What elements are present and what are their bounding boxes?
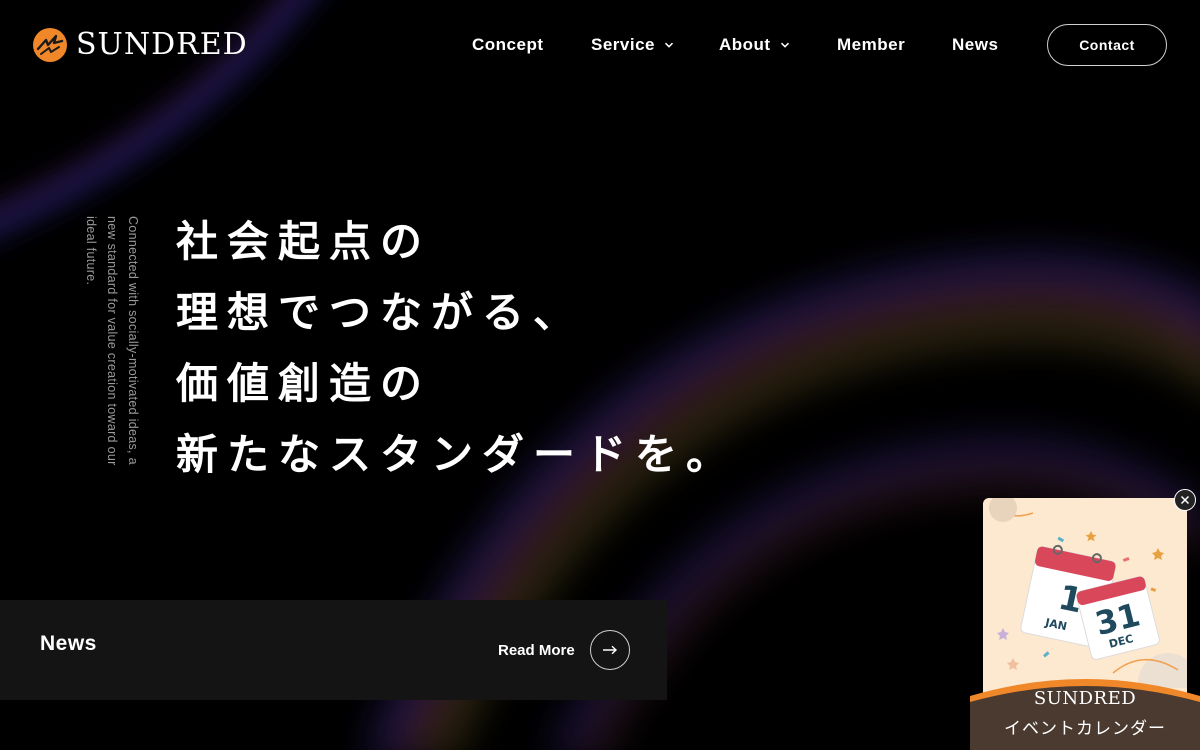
nav-service-label: Service: [591, 35, 655, 54]
hero-tagline-vertical: Connected with socially-motivated ideas,…: [84, 216, 140, 466]
news-bar: News Read More: [0, 600, 667, 700]
hero-line-3: 価値創造の: [176, 359, 432, 408]
hero-line-1: 社会起点の: [176, 217, 432, 266]
nav-concept-label: Concept: [472, 35, 544, 54]
hero-line-4: 新たなスタンダードを。: [176, 430, 738, 479]
news-title: News: [40, 632, 97, 655]
nav-about-label: About: [719, 35, 771, 54]
logo-text: SUNDRED: [76, 27, 248, 62]
arrow-right-icon: [602, 645, 617, 655]
chevron-down-icon: [780, 42, 789, 48]
calendar-illustration: 1 JAN 31 DEC: [989, 498, 1198, 713]
hero-line-2: 理想でつながる、: [176, 288, 585, 337]
read-more-label: Read More: [498, 641, 575, 659]
nav-member[interactable]: Member: [837, 34, 905, 56]
arrow-right-circle-button[interactable]: [589, 630, 630, 670]
hero-copy: 社会起点の 理想でつながる、 価値創造の 新たなスタンダードを。: [176, 206, 737, 490]
widget-label-brand: SUNDRED: [1033, 688, 1137, 709]
contact-button[interactable]: Contact: [1047, 24, 1167, 66]
nav-news[interactable]: News: [952, 34, 998, 56]
nav-service[interactable]: Service: [591, 34, 674, 56]
nav-concept[interactable]: Concept: [472, 34, 544, 56]
event-calendar-widget[interactable]: 1 JAN 31 DEC SUNDRED イベントカレンダー: [970, 498, 1200, 750]
nav-news-label: News: [952, 35, 999, 54]
nav-member-label: Member: [837, 35, 906, 54]
close-icon: [1180, 495, 1190, 505]
widget-close-button[interactable]: [1174, 489, 1196, 511]
logo[interactable]: SUNDRED: [32, 26, 248, 64]
site-header: SUNDRED Concept Service About Member New…: [0, 0, 1200, 90]
widget-label-title: イベントカレンダー: [1004, 719, 1166, 739]
sundred-logo-icon: [33, 28, 67, 62]
chevron-down-icon: [664, 42, 674, 48]
nav-about[interactable]: About: [719, 34, 790, 56]
read-more-link[interactable]: Read More: [498, 630, 630, 670]
